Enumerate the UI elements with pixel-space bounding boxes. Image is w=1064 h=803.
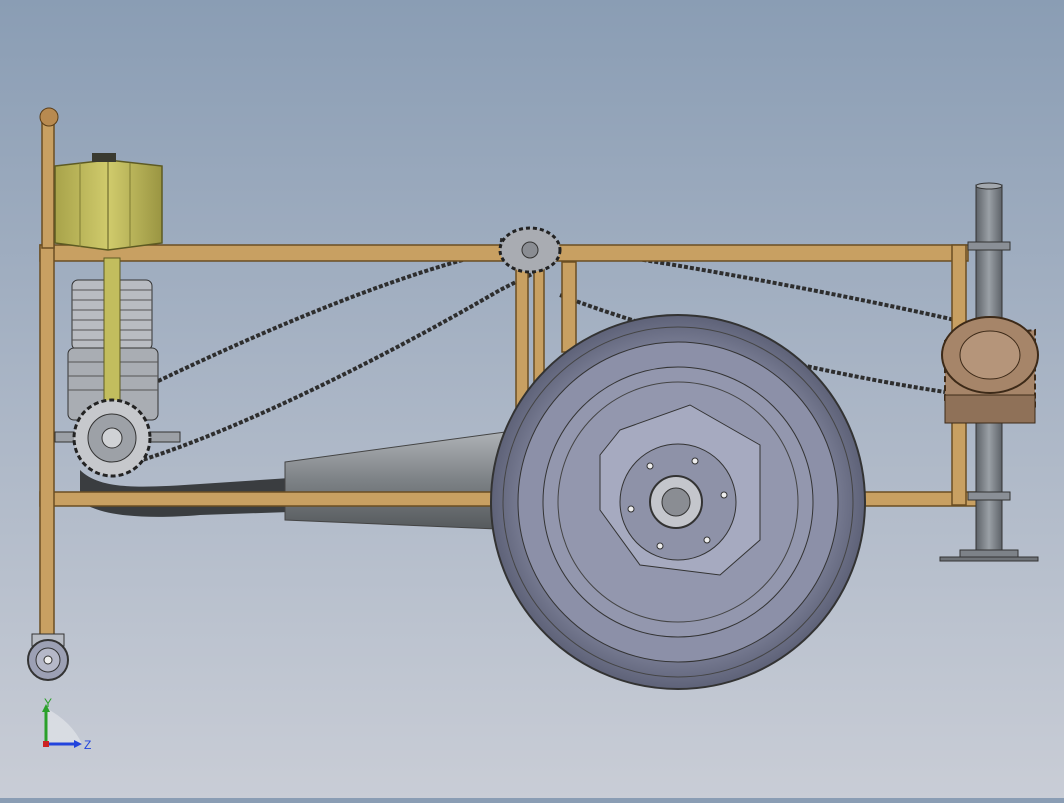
axis-triad: Y Z [42,698,91,752]
castor-wheel [27,633,69,681]
bevel-gear [941,316,1039,424]
engine [54,257,181,478]
cad-3d-viewport[interactable]: Y Z [0,0,1064,798]
origin-marker [43,741,49,747]
fuel-tank [54,153,163,251]
y-axis-label: Y [44,698,52,710]
z-axis-label: Z [84,738,91,752]
idler-sprocket [498,226,562,274]
handle-knob [39,107,59,127]
wheel [490,314,866,690]
assembly-model [27,107,1039,690]
